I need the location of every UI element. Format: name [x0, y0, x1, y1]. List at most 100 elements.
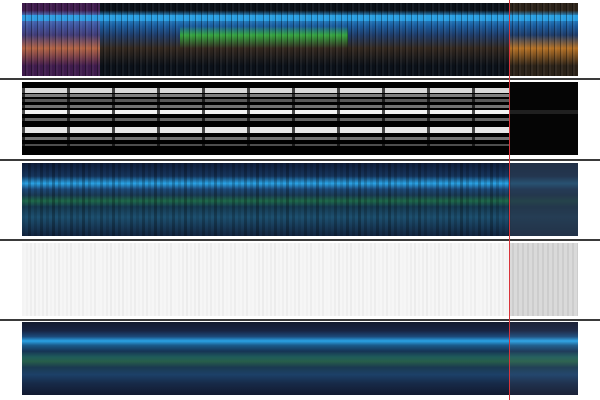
gray-column: [490, 243, 492, 316]
profile-column: [298, 163, 301, 236]
profile-column: [190, 163, 193, 236]
gray-column: [190, 243, 192, 316]
gray-column: [410, 243, 412, 316]
gray-column: [86, 243, 88, 316]
gray-column: [350, 243, 352, 316]
profile-column: [412, 163, 415, 236]
gray-column: [366, 243, 368, 316]
panel-separator: [0, 78, 600, 80]
mask-gap: [247, 82, 250, 155]
profile-column: [178, 163, 181, 236]
profile-dim-region: [509, 163, 578, 236]
profile-column: [370, 163, 373, 236]
profile-column: [346, 163, 349, 236]
mask-row: [22, 144, 509, 146]
profile-column: [340, 163, 343, 236]
gray-column: [174, 243, 176, 316]
profile-column: [448, 163, 451, 236]
gray-column: [82, 243, 84, 316]
profile-column: [310, 163, 313, 236]
gray-column: [202, 243, 204, 316]
gray-column: [354, 243, 356, 316]
gray-column: [154, 243, 156, 316]
gray-column: [298, 243, 300, 316]
gray-column: [258, 243, 260, 316]
gray-column: [502, 243, 504, 316]
gray-column: [186, 243, 188, 316]
mask-gap: [382, 82, 385, 155]
gray-column: [90, 243, 92, 316]
gray-column: [142, 243, 144, 316]
gray-column: [106, 243, 108, 316]
profile-column: [70, 163, 73, 236]
profile-column: [454, 163, 457, 236]
gray-column: [70, 243, 72, 316]
profile-column: [472, 163, 475, 236]
gray-column: [146, 243, 148, 316]
gray-column: [158, 243, 160, 316]
position-marker-line[interactable]: [509, 0, 510, 400]
gray-column: [238, 243, 240, 316]
gray-column: [222, 243, 224, 316]
gray-column: [498, 243, 500, 316]
gray-column: [46, 243, 48, 316]
gray-column: [162, 243, 164, 316]
gray-column: [567, 243, 569, 316]
profile-column: [280, 163, 283, 236]
profile-column: [394, 163, 397, 236]
profile-column: [142, 163, 145, 236]
gray-column: [532, 243, 534, 316]
gray-column: [334, 243, 336, 316]
profile-column: [406, 163, 409, 236]
gray-column: [262, 243, 264, 316]
mask-row: [22, 110, 509, 114]
gray-column: [266, 243, 268, 316]
gray-column: [282, 243, 284, 316]
gray-column: [78, 243, 80, 316]
mask-row: [22, 99, 509, 102]
panel-separator: [0, 159, 600, 161]
panel-separator: [0, 239, 600, 241]
mask-row: [22, 88, 509, 93]
gray-column: [426, 243, 428, 316]
profile-column: [184, 163, 187, 236]
band-overlay-right: [509, 322, 578, 395]
gray-column: [442, 243, 444, 316]
profile-column: [34, 163, 37, 236]
gray-column: [114, 243, 116, 316]
gray-column: [342, 243, 344, 316]
gray-column: [42, 243, 44, 316]
gray-column: [330, 243, 332, 316]
gray-column: [226, 243, 228, 316]
mask-gap: [472, 82, 475, 155]
gray-column: [338, 243, 340, 316]
gray-column: [430, 243, 432, 316]
gray-column: [374, 243, 376, 316]
profile-column: [316, 163, 319, 236]
gray-column: [290, 243, 292, 316]
gray-column: [170, 243, 172, 316]
gray-column: [22, 243, 24, 316]
magenta-tint: [22, 3, 100, 76]
gray-column: [446, 243, 448, 316]
profile-column: [286, 163, 289, 236]
profile-column: [160, 163, 163, 236]
profile-column: [40, 163, 43, 236]
gray-column: [572, 243, 574, 316]
gray-column: [50, 243, 52, 316]
profile-column: [118, 163, 121, 236]
gray-column: [302, 243, 304, 316]
profile-column: [400, 163, 403, 236]
profile-column: [196, 163, 199, 236]
gray-column: [178, 243, 180, 316]
profile-column: [166, 163, 169, 236]
gray-column: [358, 243, 360, 316]
gray-column: [362, 243, 364, 316]
gray-column: [326, 243, 328, 316]
mask-gap: [112, 82, 115, 155]
profile-column: [382, 163, 385, 236]
gray-column: [270, 243, 272, 316]
gray-column: [478, 243, 480, 316]
gray-column: [486, 243, 488, 316]
color-profile-panel: [22, 163, 578, 236]
